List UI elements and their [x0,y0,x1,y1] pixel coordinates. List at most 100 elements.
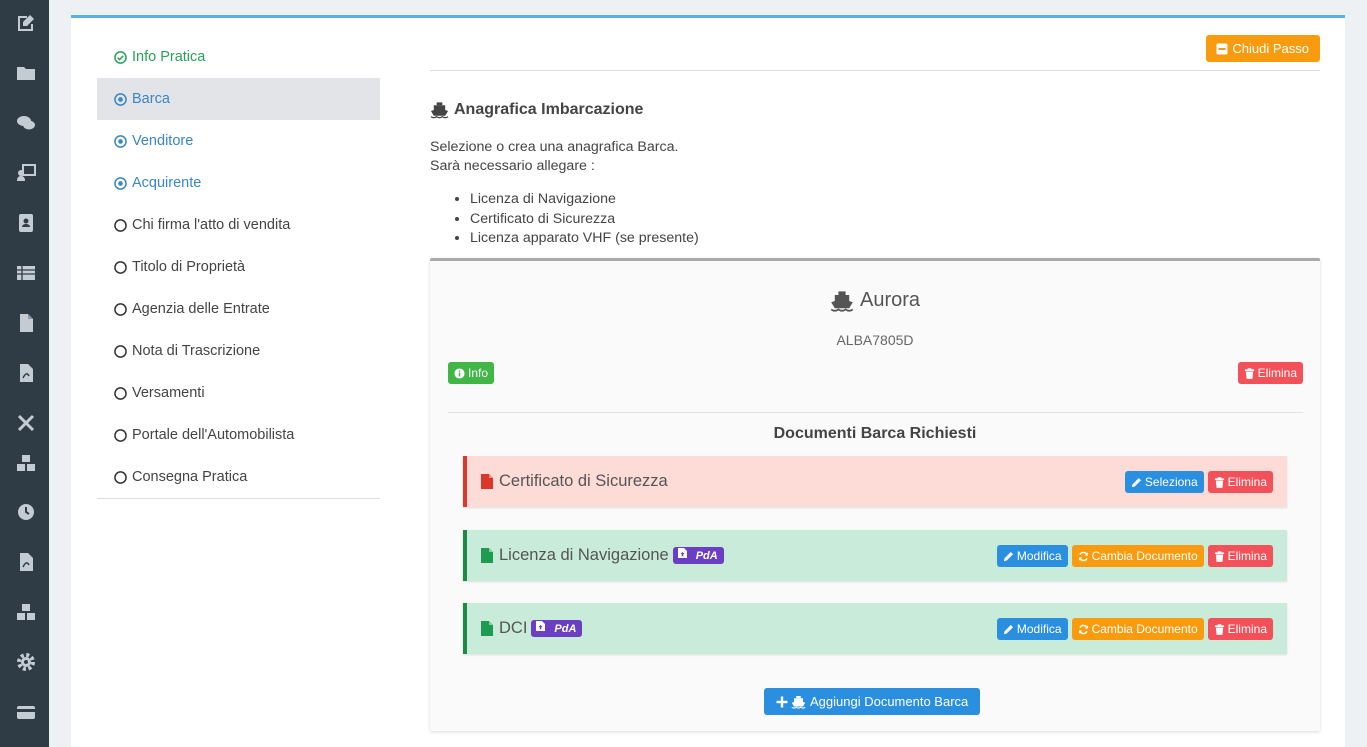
step-nota-trascrizione[interactable]: Nota di Trascrizione [97,330,380,372]
file-upload-icon [677,548,690,563]
step-acquirente[interactable]: Acquirente [97,162,380,204]
delete-document-button[interactable]: Elimina [1207,545,1273,567]
button-label: Elimina [1227,475,1267,489]
section-title-text: Anagrafica Imbarcazione [454,101,644,118]
step-label: Acquirente [132,175,202,191]
circle-icon [114,302,127,316]
step-titolo-proprieta[interactable]: Titolo di Proprietà [97,246,380,288]
close-step-label: Chiudi Passo [1232,41,1309,56]
list-item: Certificato di Sicurezza [470,210,699,230]
minus-square-icon [1216,43,1228,55]
badge-text: PdA [554,622,577,635]
change-document-button[interactable]: Cambia Documento [1071,545,1204,567]
trash-icon [1214,550,1225,562]
document-name-text: Licenza di Navigazione [499,546,669,564]
info-button[interactable]: Info [448,362,495,384]
edit-icon[interactable] [16,13,36,33]
address-book-icon[interactable] [16,213,36,233]
circle-icon [114,386,127,400]
step-portale-automobilista[interactable]: Portale dell'Automobilista [97,414,380,456]
delete-document-button[interactable]: Elimina [1207,618,1273,640]
document-name: DCI PdA [481,619,583,638]
file-icon[interactable] [16,313,36,333]
info-circle-icon [454,367,465,379]
trash-icon [1244,367,1255,379]
step-versamenti[interactable]: Versamenti [97,372,380,414]
edit-document-button[interactable]: Modifica [996,618,1068,640]
step-consegna-pratica[interactable]: Consegna Pratica [97,456,380,498]
step-chi-firma[interactable]: Chi firma l'atto di vendita [97,204,380,246]
circle-icon [114,344,127,358]
section-title: Anagrafica Imbarcazione [430,101,643,119]
boxes-icon-2[interactable] [16,602,36,622]
circle-icon [114,218,127,232]
document-name: Certificato di Sicurezza [481,472,668,491]
folder-icon[interactable] [16,63,36,83]
circle-icon [114,428,127,442]
file-icon [481,474,493,489]
pdf-file-icon-2[interactable] [16,552,36,572]
file-icon [481,548,493,563]
step-venditore[interactable]: Venditore [97,120,380,162]
plus-icon [776,696,788,708]
ship-icon [430,101,449,119]
documents-title: Documenti Barca Richiesti [773,425,977,442]
divider [448,412,1303,413]
button-label: Elimina [1227,622,1267,636]
boat-panel: Aurora ALBA7805D Info Elimina Documenti … [430,258,1320,731]
document-name: Licenza di Navigazione PdA [481,546,724,565]
pdf-file-icon[interactable] [16,363,36,383]
refresh-icon [1078,551,1089,562]
dot-circle-icon [114,92,127,106]
button-label: Modifica [1016,549,1062,563]
document-name-text: Certificato di Sicurezza [499,472,668,490]
select-document-button[interactable]: Seleziona [1124,471,1204,493]
file-icon [481,621,493,636]
step-label: Consegna Pratica [132,469,248,485]
step-info-pratica[interactable]: Info Pratica [97,36,380,78]
button-label: Seleziona [1144,475,1198,489]
badge-text: PdA [695,549,718,562]
close-step-button[interactable]: Chiudi Passo [1206,35,1320,62]
list-table-icon[interactable] [16,263,36,283]
clock-icon[interactable] [16,502,36,522]
step-label: Versamenti [132,385,205,401]
delete-boat-label: Elimina [1257,366,1297,380]
tools-icon[interactable] [16,413,36,433]
step-barca[interactable]: Barca [97,78,380,120]
divider [430,70,1320,71]
ship-icon [791,695,806,709]
step-label: Agenzia delle Entrate [132,301,270,317]
boxes-icon[interactable] [16,453,36,473]
step-label: Nota di Trascrizione [132,343,261,359]
file-upload-icon [536,621,548,636]
add-boat-document-button[interactable]: Aggiungi Documento Barca [764,688,981,715]
circle-icon [114,260,127,274]
document-name-text: DCI [499,619,528,637]
step-label: Titolo di Proprietà [132,259,246,275]
ship-icon [830,290,854,312]
button-label: Elimina [1227,549,1267,563]
steps-nav: Info Pratica Barca Venditore Acquirente … [97,36,380,499]
boat-code: ALBA7805D [836,332,914,348]
step-label: Chi firma l'atto di vendita [132,217,291,233]
chat-icon[interactable] [16,113,36,133]
credit-card-icon[interactable] [16,702,36,722]
document-row: Certificato di Sicurezza Seleziona Elimi… [463,456,1287,507]
presenter-icon[interactable] [16,163,36,183]
change-document-button[interactable]: Cambia Documento [1071,618,1204,640]
step-agenzia-entrate[interactable]: Agenzia delle Entrate [97,288,380,330]
delete-document-button[interactable]: Elimina [1207,471,1273,493]
edit-document-button[interactable]: Modifica [996,545,1068,567]
trash-icon [1214,623,1225,635]
intro-line: Selezione o crea una anagrafica Barca. [430,139,679,155]
delete-boat-button[interactable]: Elimina [1237,362,1303,384]
intro-text: Selezione o crea una anagrafica Barca. S… [430,138,678,176]
list-item: Licenza apparato VHF (se presente) [470,229,699,249]
step-label: Info Pratica [132,49,206,65]
button-label: Cambia Documento [1091,622,1198,636]
check-circle-icon [114,50,127,64]
required-docs-list: Licenza di Navigazione Certificato di Si… [470,190,699,249]
pencil-icon [1131,477,1142,488]
gear-icon[interactable] [16,652,36,672]
